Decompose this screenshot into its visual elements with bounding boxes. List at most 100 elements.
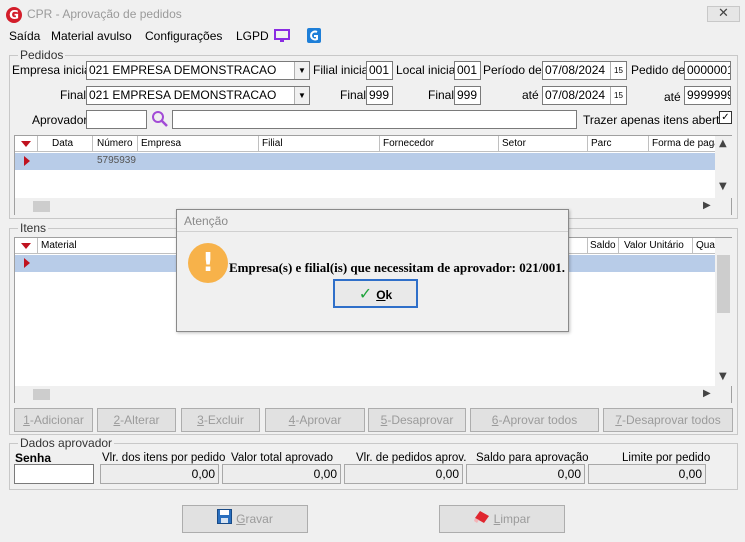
empresa-inicial-combo[interactable]: 021 EMPRESA DEMONSTRACAO ▼ (86, 61, 310, 80)
monitor-icon[interactable] (274, 29, 290, 42)
col-setor[interactable]: Setor (499, 136, 588, 152)
alterar-label: -Alterar (120, 413, 160, 427)
aprovar-todos-button[interactable]: 6-Aprovar todos (470, 408, 599, 432)
scroll-down-icon[interactable]: ▼ (719, 371, 727, 382)
periodo-de-input[interactable]: 07/08/2024 15 (542, 61, 627, 80)
periodo-ate-input[interactable]: 07/08/2024 15 (542, 86, 627, 105)
pedido-ate-label: até (664, 90, 681, 104)
pedidos-vscroll[interactable]: ▲ ▼ (715, 136, 732, 198)
limite-field: 0,00 (588, 464, 706, 484)
scroll-thumb[interactable] (33, 201, 50, 212)
calendar-icon[interactable]: 15 (610, 87, 626, 104)
periodo-de-value: 07/08/2024 (545, 63, 606, 77)
desaprovar-label: -Desaprovar (387, 413, 454, 427)
col-saldo[interactable]: Saldo (588, 238, 619, 254)
search-icon[interactable] (151, 110, 169, 128)
saldo-label: Saldo para aprovação (476, 452, 589, 464)
app-logo-icon: G (6, 7, 22, 23)
saldo-field: 0,00 (466, 464, 585, 484)
col-numero[interactable]: Número (93, 136, 138, 152)
aprovar-button[interactable]: 4-Aprovar (265, 408, 365, 432)
attention-dialog: Atenção ! Empresa(s) e filial(is) que ne… (176, 209, 569, 332)
adicionar-label: -Adicionar (29, 413, 84, 427)
grid-indicator-head (15, 238, 38, 254)
local-inicial-input[interactable]: 001 (454, 61, 481, 80)
ok-button[interactable]: ✓ Ok (333, 279, 418, 308)
scroll-thumb[interactable] (33, 389, 50, 400)
scroll-up-icon[interactable]: ▲ (719, 138, 727, 149)
pedido-ate-input[interactable]: 9999999 (684, 86, 731, 105)
gravar-button[interactable]: Gravar (182, 505, 308, 533)
filial-final-label: Final (340, 88, 367, 102)
excluir-label: -Excluir (203, 413, 244, 427)
desaprovar-todos-button[interactable]: 7-Desaprovar todos (603, 408, 733, 432)
gravar-label: ravar (245, 512, 273, 526)
empresa-final-combo[interactable]: 021 EMPRESA DEMONSTRACAO ▼ (86, 86, 310, 105)
chevron-down-icon[interactable]: ▼ (294, 62, 309, 79)
periodo-ate-label: até (522, 88, 539, 102)
local-final-input[interactable]: 999 (454, 86, 481, 105)
desaprovar-button[interactable]: 5-Desaprovar (368, 408, 466, 432)
table-row[interactable]: 5795939 (15, 153, 716, 170)
menu-lgpd[interactable]: LGPD (236, 29, 269, 43)
scroll-down-icon[interactable]: ▼ (719, 181, 727, 192)
col-quantidade[interactable]: Quan (693, 238, 716, 254)
scroll-right-icon[interactable]: ▶ (703, 388, 711, 399)
col-forma-pagamento[interactable]: Forma de paga (649, 136, 716, 152)
senha-label: Senha (15, 451, 52, 465)
save-icon (217, 507, 233, 533)
limpar-label: impar (500, 512, 531, 526)
trazer-abertos-checkbox[interactable]: ✓ (719, 111, 732, 124)
itens-vscroll[interactable]: ▼ (715, 238, 732, 386)
col-filial[interactable]: Filial (259, 136, 380, 152)
col-data[interactable]: Data (38, 136, 93, 152)
vlr-pedidos-label: Vlr. de pedidos aprov. (356, 452, 467, 464)
adicionar-button[interactable]: 1-Adicionar (14, 408, 93, 432)
aprovar-label: -Aprovar (295, 413, 342, 427)
col-parc[interactable]: Parc (588, 136, 649, 152)
aprovador-name-field (172, 110, 577, 129)
desaprovar-todos-key: 7 (615, 413, 622, 427)
vlr-itens-label: Vlr. dos itens por pedido (102, 452, 226, 464)
dialog-message: Empresa(s) e filial(is) que necessitam d… (229, 260, 566, 275)
empresa-final-label: Final (60, 88, 87, 102)
filial-final-input[interactable]: 999 (366, 86, 393, 105)
close-button[interactable]: ✕ (707, 6, 740, 22)
menu-bar: Saída Material avulso Configurações LGPD (0, 28, 745, 46)
aprovador-input[interactable] (86, 110, 147, 129)
senha-input[interactable] (14, 464, 94, 484)
col-empresa[interactable]: Empresa (138, 136, 259, 152)
periodo-ate-value: 07/08/2024 (545, 88, 606, 102)
alterar-button[interactable]: 2-Alterar (97, 408, 176, 432)
grid-indicator-head (15, 136, 38, 152)
calendar-icon[interactable]: 15 (610, 62, 626, 79)
col-valor-unitario[interactable]: Valor Unitário (619, 238, 693, 254)
desaprovar-todos-label: -Desaprovar todos (621, 413, 721, 427)
empresa-inicial-value: 021 EMPRESA DEMONSTRACAO (89, 63, 277, 77)
filial-inicial-label: Filial inicial (313, 63, 372, 77)
row-numero: 5795939 (97, 155, 136, 166)
title-bar: G CPR - Aprovação de pedidos ✕ (0, 0, 745, 28)
chevron-down-icon[interactable]: ▼ (294, 87, 309, 104)
periodo-de-label: Período de (483, 63, 542, 77)
menu-material-avulso[interactable]: Material avulso (51, 29, 132, 43)
sort-arrow-icon (21, 141, 31, 147)
dialog-title: Atenção (177, 210, 568, 232)
col-fornecedor[interactable]: Fornecedor (380, 136, 499, 152)
scroll-right-icon[interactable]: ▶ (703, 200, 711, 211)
limite-label: Limite por pedido (622, 452, 711, 464)
gravar-key: G (236, 512, 246, 526)
app-shortcut-icon[interactable] (307, 28, 321, 43)
menu-configuracoes[interactable]: Configurações (145, 29, 222, 43)
empresa-inicial-label: Empresa inicial (12, 63, 94, 77)
excluir-button[interactable]: 3-Excluir (181, 408, 260, 432)
empresa-final-value: 021 EMPRESA DEMONSTRACAO (89, 88, 277, 102)
filial-inicial-input[interactable]: 001 (366, 61, 393, 80)
valor-total-label: Valor total aprovado (231, 452, 334, 464)
eraser-icon (473, 507, 490, 533)
limpar-button[interactable]: Limpar (439, 505, 565, 533)
menu-saida[interactable]: Saída (9, 29, 40, 43)
scroll-thumb[interactable] (717, 255, 730, 313)
itens-hscroll[interactable]: ▶ (15, 386, 731, 403)
pedido-de-input[interactable]: 0000001 (684, 61, 731, 80)
